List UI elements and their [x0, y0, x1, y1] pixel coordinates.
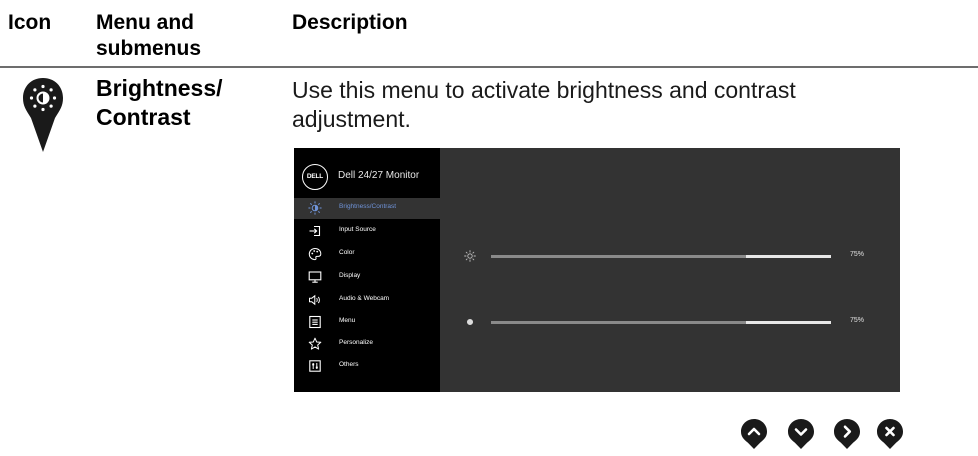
contrast-fill [491, 321, 746, 324]
osd-menu-label: Input Source [339, 226, 376, 233]
osd-menu-label: Others [339, 361, 359, 368]
header-divider [0, 66, 978, 68]
brightness-track[interactable] [491, 255, 831, 258]
down-button[interactable] [787, 418, 815, 450]
osd-menu-label: Display [339, 272, 361, 279]
menu-icon [309, 315, 321, 329]
osd-menu-item-color[interactable]: Color [294, 244, 440, 265]
osd-menu-item-others[interactable]: Others [294, 356, 440, 377]
close-button[interactable] [876, 418, 904, 450]
osd-menu-label: Menu [339, 317, 356, 324]
osd-header: DELL Dell 24/27 Monitor [294, 148, 440, 200]
osd-menu-item-personalize[interactable]: Personalize [294, 334, 440, 355]
column-header-icon: Icon [8, 11, 52, 34]
osd-menu-label: Brightness/Contrast [339, 203, 397, 210]
brightness-fill [491, 255, 746, 258]
column-header-description: Description [292, 11, 408, 34]
osd-menu-label: Color [339, 249, 355, 256]
speaker-icon [309, 294, 320, 306]
sun-icon [464, 250, 476, 262]
osd-title: Dell 24/27 Monitor [338, 170, 420, 181]
contrast-track[interactable] [491, 321, 831, 324]
osd-sidebar: DELL Dell 24/27 Monitor Brightness/Contr… [294, 148, 440, 392]
input-source-icon [309, 225, 321, 237]
color-palette-icon [308, 247, 322, 261]
contrast-value: 75% [850, 317, 865, 324]
dell-logo: DELL [302, 164, 328, 190]
osd-screenshot: DELL Dell 24/27 Monitor Brightness/Contr… [294, 148, 900, 392]
contrast-slider[interactable]: 75% [464, 316, 874, 328]
brightness-slider[interactable]: 75% [464, 250, 874, 262]
submenu-name: Brightness/ Contrast [96, 75, 223, 130]
right-button[interactable] [833, 418, 861, 450]
up-button[interactable] [740, 418, 768, 450]
star-icon [308, 337, 322, 350]
brightness-pin-icon [23, 78, 63, 152]
osd-menu-label: Personalize [339, 339, 373, 346]
submenu-description: Use this menu to activate brightness and… [292, 77, 796, 132]
brightness-icon [308, 201, 322, 215]
osd-menu-item-input-source[interactable]: Input Source [294, 221, 440, 242]
osd-menu-item-audio-webcam[interactable]: Audio & Webcam [294, 290, 440, 311]
contrast-icon [466, 318, 474, 326]
display-icon [308, 271, 322, 283]
osd-menu-item-display[interactable]: Display [294, 267, 440, 288]
brightness-value: 75% [850, 251, 865, 258]
osd-menu-item-menu[interactable]: Menu [294, 312, 440, 333]
others-icon [309, 360, 321, 372]
column-header-menu: Menu and submenus [96, 11, 202, 60]
osd-menu-label: Audio & Webcam [339, 295, 390, 302]
osd-menu-item-brightness-contrast[interactable]: Brightness/Contrast [294, 198, 440, 219]
